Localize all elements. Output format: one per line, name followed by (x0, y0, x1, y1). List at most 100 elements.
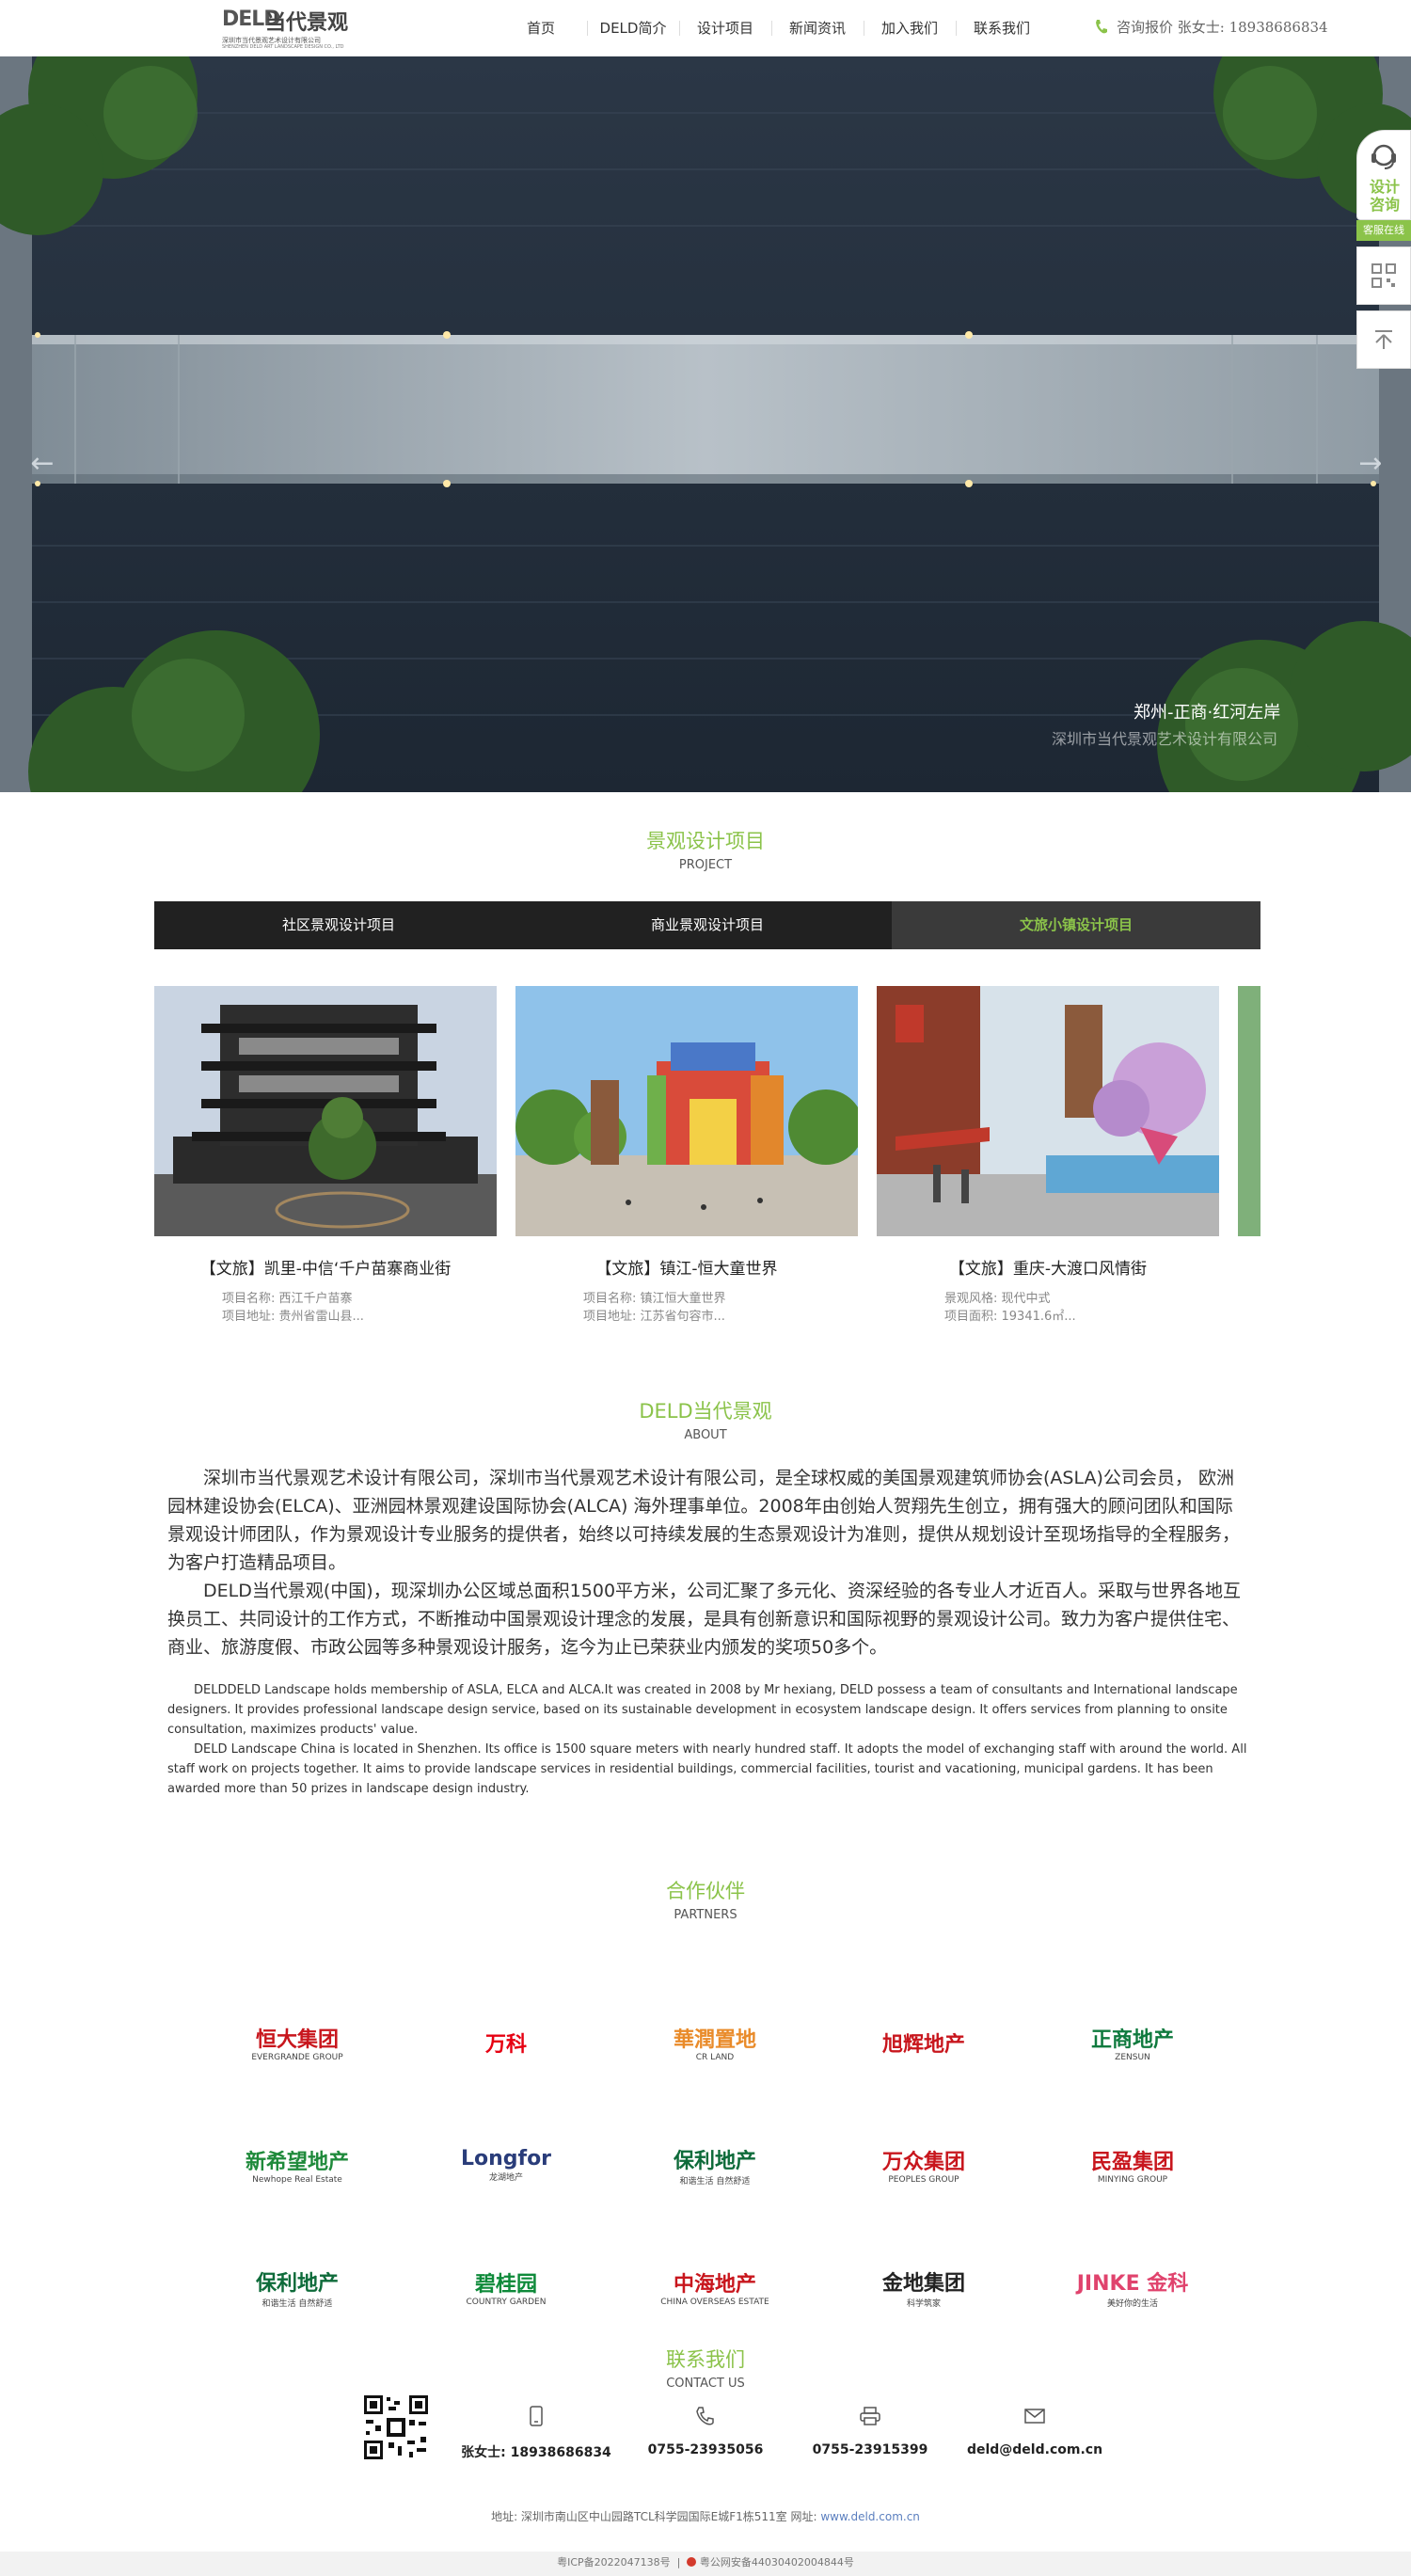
side-float-panel: 设计咨询 客服在线 (1356, 130, 1411, 369)
nav-projects[interactable]: 设计项目 (679, 0, 771, 56)
footer-address: 地址: 深圳市南山区中山园路TCL科学园国际E城F1栋511室 网址: www.… (0, 2508, 1411, 2524)
tab-community[interactable]: 社区景观设计项目 (154, 901, 523, 949)
banner-next-arrow[interactable]: → (1356, 450, 1385, 478)
partners-heading: 合作伙伴 PARTNERS (0, 1876, 1411, 1922)
banner-caption: 郑州-正商·红河左岸 (1134, 703, 1281, 723)
project-card[interactable]: 【文旅】凯里-中信‘千户苗寨商业街 项目名称: 西江千户苗寨 项目地址: 贵州省… (154, 986, 497, 1325)
contact-heading: 联系我们 CONTACT US (0, 2345, 1411, 2391)
back-to-top-button[interactable] (1356, 310, 1411, 369)
site-logo[interactable]: DELD 当代景观 深圳市当代景观艺术设计有限公司 SHENZHEN DELD … (222, 6, 363, 53)
project-card-peek[interactable] (1238, 986, 1260, 1236)
nav-contact[interactable]: 联系我们 (956, 0, 1048, 56)
nav-about[interactable]: DELD简介 (587, 0, 679, 56)
about-en-paragraph: DELDDELD Landscape holds membership of A… (167, 1683, 1238, 1737)
partner-logo-name: 正商地产 (1090, 2028, 1174, 2052)
project-title[interactable]: 【文旅】凯里-中信‘千户苗寨商业街 (154, 1255, 497, 1279)
qr-icon (1371, 263, 1396, 288)
partner-logo[interactable]: 保利地产 和谐生活 自然舒适 (610, 2137, 819, 2193)
partner-logo-mark: 保利地产 和谐生活 自然舒适 (674, 2144, 756, 2186)
police-record-link[interactable]: 粤公网安备44030402004844号 (700, 2556, 854, 2568)
nav-join[interactable]: 加入我们 (864, 0, 956, 56)
partner-logo-tagline: EVERGRANDE GROUP (251, 2053, 343, 2062)
partners-subtitle-text: PARTNERS (668, 1908, 743, 1922)
contact-email-value[interactable]: deld@deld.com.cn (959, 2442, 1110, 2457)
project-title[interactable]: 【文旅】重庆-大渡口风情街 (877, 1255, 1219, 1279)
footer-icp: 粤ICP备2022047138号 | 粤公网安备44030402004844号 (0, 2552, 1411, 2576)
mail-icon (1024, 2409, 1045, 2424)
partner-logo-tagline: 科学筑家 (906, 2298, 941, 2309)
tab-commercial[interactable]: 商业景观设计项目 (523, 901, 892, 949)
partner-logo[interactable]: 万科 (402, 2014, 610, 2071)
partner-logo-mark: 万科 (485, 2027, 527, 2058)
footer-website-link[interactable]: www.deld.com.cn (820, 2510, 920, 2523)
icp-link[interactable]: 粤ICP备2022047138号 (557, 2556, 671, 2568)
projects-title: 景观设计项目 (646, 830, 765, 852)
project-title[interactable]: 【文旅】镇江-恒大童世界 (515, 1255, 858, 1279)
partner-logo-mark: 中海地产 CHINA OVERSEAS ESTATE (660, 2267, 769, 2307)
about-en-paragraph: DELD Landscape China is located in Shenz… (167, 1742, 1247, 1796)
wechat-qr-code (362, 2393, 430, 2461)
partner-logo[interactable]: 中海地产 CHINA OVERSEAS ESTATE (610, 2259, 819, 2315)
project-card[interactable]: 【文旅】镇江-恒大童世界 项目名称: 镇江恒大童世界 项目地址: 江苏省句容市.… (515, 986, 858, 1325)
project-image[interactable] (877, 986, 1219, 1236)
project-card[interactable]: 【文旅】重庆-大渡口风情街 景观风格: 现代中式 项目面积: 19341.6㎡.… (877, 986, 1219, 1325)
contact-email: deld@deld.com.cn (959, 2405, 1110, 2457)
contact-subtitle: CONTACT US (500, 2377, 911, 2391)
partner-logo[interactable]: 正商地产 ZENSUN (1028, 2014, 1237, 2071)
design-consult-label: 设计咨询 (1369, 178, 1400, 214)
partner-logo-tagline: MINYING GROUP (1097, 2175, 1168, 2185)
partner-logo-tagline: PEOPLES GROUP (888, 2175, 959, 2185)
project-image[interactable] (515, 986, 858, 1236)
partner-logo[interactable]: 華潤置地 CR LAND (610, 2014, 819, 2071)
partner-logo-tagline: CHINA OVERSEAS ESTATE (660, 2298, 769, 2307)
partner-logo-name: 保利地产 (255, 2271, 339, 2296)
nav-home[interactable]: 首页 (495, 0, 587, 56)
footer-address-text: 地址: 深圳市南山区中山园路TCL科学园国际E城F1栋511室 网址: (491, 2510, 821, 2523)
online-service-label[interactable]: 客服在线 (1356, 220, 1411, 241)
partner-logo[interactable]: 万众集团 PEOPLES GROUP (819, 2137, 1028, 2193)
partner-logo-name: JINKE 金科 (1076, 2271, 1189, 2296)
partners-row: 新希望地产 Newhope Real Estate Longfor 龙湖地产 保利地产和… (193, 2104, 1237, 2226)
partner-logo-name: 恒大集团 (255, 2028, 339, 2052)
contact-mobile: 张女士: 18938686834 (461, 2405, 611, 2461)
headset-icon (1371, 144, 1396, 169)
partners-title: 合作伙伴 (666, 1880, 745, 1902)
partner-logo-name: 華潤置地 (673, 2028, 756, 2052)
partner-logo-mark: JINKE 金科 美好你的生活 (1077, 2266, 1189, 2309)
partner-logo-mark: Longfor 龙湖地产 (461, 2147, 551, 2183)
banner-prev-arrow[interactable]: ← (28, 450, 56, 478)
contact-phone: 0755-23935056 (630, 2405, 781, 2457)
partner-logo-mark: 万众集团 PEOPLES GROUP (882, 2145, 965, 2185)
partner-logo-name: 万众集团 (881, 2151, 965, 2174)
partner-logo[interactable]: 碧桂园 COUNTRY GARDEN (402, 2259, 610, 2315)
nav-news[interactable]: 新闻资讯 (771, 0, 864, 56)
partner-logo-name: 万科 (484, 2033, 527, 2057)
partners-row: 恒大集团 EVERGRANDE GROUP 万科 華潤置地 CR LAND 旭辉地产 正商地… (193, 1981, 1237, 2104)
project-meta-line: 项目地址: 江苏省句容市... (583, 1310, 725, 1324)
partner-logo[interactable]: Longfor 龙湖地产 (402, 2137, 610, 2193)
partner-logo[interactable]: 金地集团 科学筑家 (819, 2259, 1028, 2315)
project-carousel: 【文旅】凯里-中信‘千户苗寨商业街 项目名称: 西江千户苗寨 项目地址: 贵州省… (154, 986, 1260, 1325)
project-image[interactable] (1238, 986, 1260, 1236)
partner-logo[interactable]: JINKE 金科 美好你的生活 (1028, 2259, 1237, 2315)
about-title: DELD当代景观 (639, 1400, 772, 1423)
partner-logo[interactable]: 旭辉地产 (819, 2014, 1028, 2071)
partner-logo-mark: 旭辉地产 (882, 2027, 965, 2058)
site-header: DELD 当代景观 深圳市当代景观艺术设计有限公司 SHENZHEN DELD … (0, 0, 1411, 56)
project-image[interactable] (154, 986, 497, 1236)
project-meta-line: 项目面积: 19341.6㎡... (944, 1310, 1076, 1324)
contact-subtitle-text: CONTACT US (660, 2377, 751, 2391)
tab-cultural-tourism[interactable]: 文旅小镇设计项目 (892, 901, 1260, 949)
qr-code-button[interactable] (1356, 246, 1411, 305)
partner-logo-name: 碧桂园 (474, 2273, 537, 2297)
partner-logo[interactable]: 保利地产 和谐生活 自然舒适 (193, 2259, 402, 2315)
partner-logo[interactable]: 新希望地产 Newhope Real Estate (193, 2137, 402, 2193)
partner-logo-tagline: 和谐生活 自然舒适 (679, 2176, 751, 2186)
about-heading: DELD当代景观 ABOUT (0, 1396, 1411, 1442)
logo-cn: 当代景观 (265, 11, 349, 35)
partner-logo-mark: 保利地产 和谐生活 自然舒适 (256, 2266, 339, 2309)
design-consult-button[interactable]: 设计咨询 (1356, 130, 1411, 220)
partner-logo[interactable]: 恒大集团 EVERGRANDE GROUP (193, 2014, 402, 2071)
partner-logo[interactable]: 民盈集团 MINYING GROUP (1028, 2137, 1237, 2193)
projects-subtitle-text: PROJECT (673, 858, 738, 872)
